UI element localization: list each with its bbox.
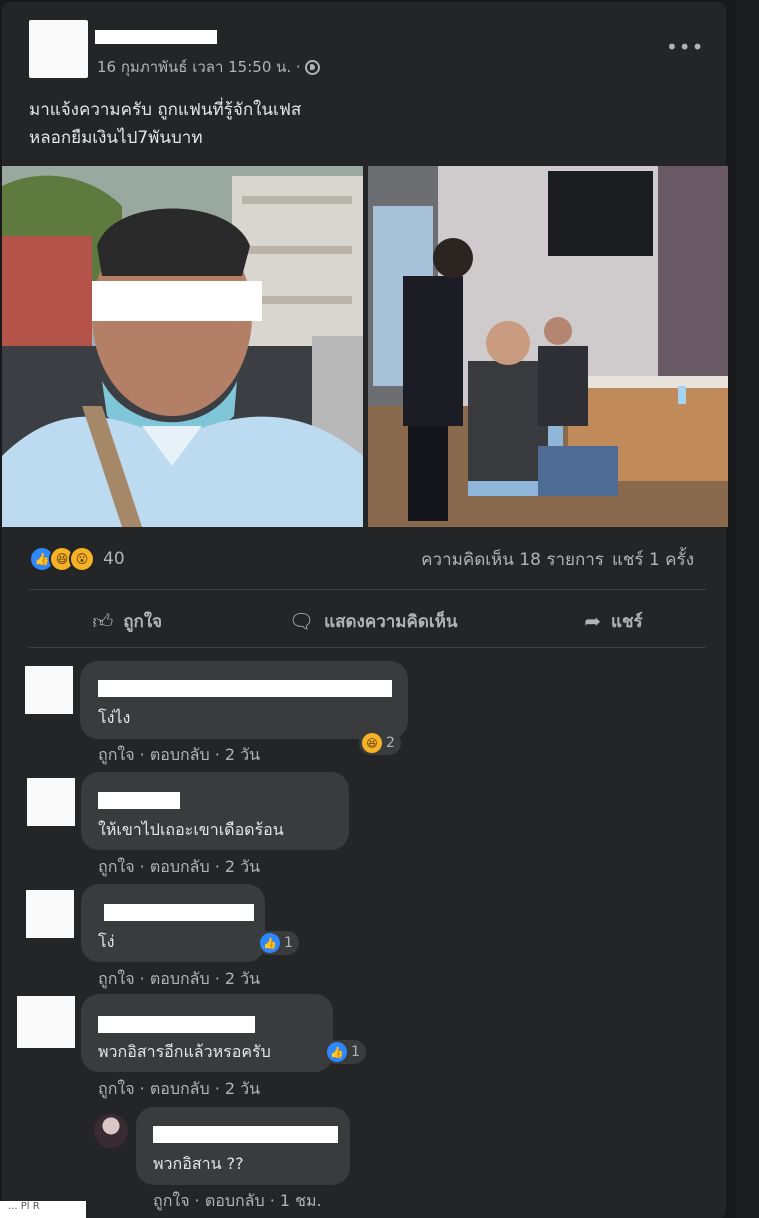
like-button-label: ถูกใจ (123, 611, 163, 632)
footer-tag: ... Pl R (0, 1201, 86, 1218)
photo-police-station (368, 166, 728, 527)
share-button[interactable]: ➦ แชร์ (584, 608, 642, 635)
engagement-counts: ความคิดเห็น 18 รายการ แชร์ 1 ครั้ง (421, 546, 694, 573)
comment-reaction-count: 1 (351, 1044, 360, 1060)
comment-text: พวกอิสารอีกแล้วหรอครับ (98, 1042, 271, 1061)
comment-button[interactable]: 🗨︎ แสดงความคิดเห็น (289, 608, 458, 635)
share-arrow-icon: ➦ (584, 609, 601, 633)
commenter-avatar[interactable] (17, 996, 75, 1048)
photo-man-closeup (2, 166, 363, 527)
haha-icon: 😆 (362, 733, 382, 753)
page-scrollbar-area (736, 0, 759, 1218)
author-avatar[interactable] (29, 20, 88, 78)
more-options-button[interactable]: ••• (666, 35, 704, 59)
post-meta: 16 กุมภาพันธ์ เวลา 15:50 น. · (97, 55, 320, 79)
commenter-avatar[interactable] (27, 778, 75, 826)
commenter-name-redacted[interactable] (104, 904, 254, 921)
reply-meta[interactable]: ถูกใจ · ตอบกลับ · 1 ชม. (153, 1189, 322, 1214)
share-count[interactable]: แชร์ 1 ครั้ง (612, 546, 694, 573)
divider-top (29, 589, 706, 590)
commenter-avatar[interactable] (26, 890, 74, 938)
comment-count[interactable]: ความคิดเห็น 18 รายการ (421, 546, 604, 573)
comment-reaction-count: 2 (386, 735, 395, 751)
comment-meta[interactable]: ถูกใจ · ตอบกลับ · 2 วัน (98, 743, 260, 768)
comment-button-label: แสดงความคิดเห็น (324, 611, 458, 632)
commenter-name-redacted[interactable] (98, 792, 180, 809)
post-photo-1[interactable] (2, 166, 363, 527)
divider-bottom (29, 647, 706, 648)
reaction-icons[interactable]: 👍 😆 😮 40 (29, 546, 125, 572)
comment-text: ให้เขาไปเถอะเขาเดือดร้อน (98, 820, 284, 839)
comment-bubble-icon: 🗨︎ (288, 609, 315, 633)
post-actions: 👍︎ ถูกใจ 🗨︎ แสดงความคิดเห็น ➦ แชร์ (29, 604, 706, 638)
comment-meta[interactable]: ถูกใจ · ตอบกลับ · 2 วัน (98, 1077, 260, 1102)
reply-text: พวกอิสาน ?? (153, 1154, 244, 1173)
like-button[interactable]: 👍︎ ถูกใจ (92, 608, 162, 635)
share-button-label: แชร์ (611, 611, 643, 632)
comment-reaction-count: 1 (284, 935, 293, 951)
comment-meta[interactable]: ถูกใจ · ตอบกลับ · 2 วัน (98, 855, 260, 880)
post-timestamp[interactable]: 16 กุมภาพันธ์ เวลา 15:50 น. · (97, 55, 301, 79)
wow-icon: 😮 (69, 546, 95, 572)
commenter-name-redacted[interactable] (98, 1016, 255, 1033)
post-photo-2[interactable] (368, 166, 728, 527)
reaction-count[interactable]: 40 (103, 549, 125, 569)
post-text-line-2: หลอกยืมเงินไป7พันบาท (29, 128, 203, 148)
post-text-line-1: มาแจ้งความครับ ถูกแฟนที่รู้จักในเฟส (29, 100, 302, 120)
post-text: มาแจ้งความครับ ถูกแฟนที่รู้จักในเฟส หลอก… (29, 96, 301, 152)
post-card: 16 กุมภาพันธ์ เวลา 15:50 น. · ••• มาแจ้ง… (2, 2, 728, 1218)
reply-avatar[interactable] (94, 1114, 128, 1148)
comment-text: โง่ (98, 932, 115, 951)
comment-text: โง่ไง (98, 708, 131, 727)
comment-reaction[interactable]: 👍 1 (257, 931, 299, 955)
reaction-summary: 👍 😆 😮 40 ความคิดเห็น 18 รายการ แชร์ 1 คร… (29, 546, 694, 574)
commenter-name-redacted[interactable] (98, 680, 392, 697)
globe-icon (304, 59, 320, 75)
comment-meta[interactable]: ถูกใจ · ตอบกลับ · 2 วัน (98, 967, 260, 992)
like-icon: 👍 (327, 1042, 347, 1062)
replier-name-redacted[interactable] (153, 1126, 338, 1143)
like-icon: 👍 (260, 933, 280, 953)
comment-reaction[interactable]: 😆 2 (359, 731, 401, 755)
commenter-avatar[interactable] (25, 666, 73, 714)
author-name-redacted[interactable] (95, 30, 217, 44)
comment-reaction[interactable]: 👍 1 (324, 1040, 366, 1064)
thumbs-up-icon: 👍︎ (92, 608, 114, 633)
